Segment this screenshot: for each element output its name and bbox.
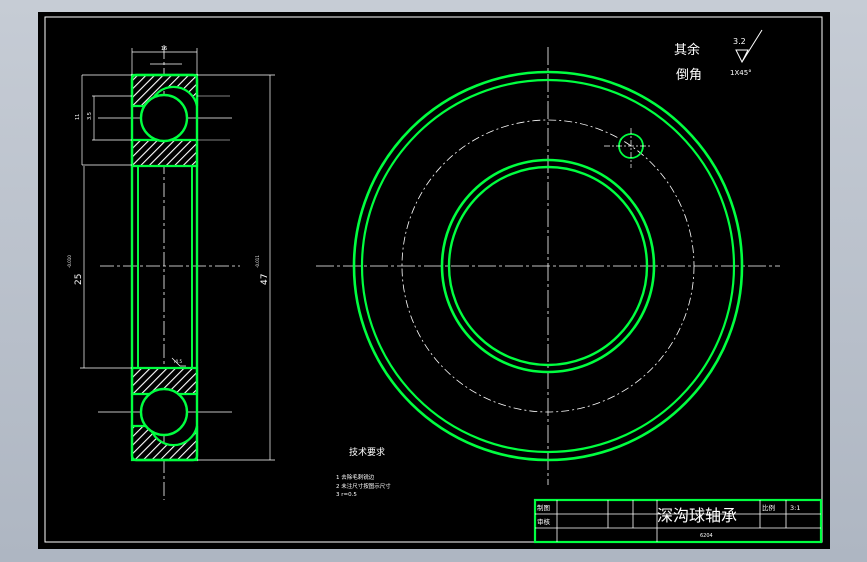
dim-width-text: 16: [161, 46, 167, 52]
tb-part-name: 深沟球轴承: [657, 506, 737, 525]
tech-item-1: 1 去除毛刺锐边: [336, 473, 375, 481]
tb-scale-label: 比例: [762, 503, 775, 512]
tech-item-2: 2 未注尺寸按图示尺寸: [336, 482, 391, 490]
tb-drawing-label: 制图: [537, 503, 550, 512]
dim-outer-tol-text: -0.011: [255, 255, 260, 268]
note-other: 其余: [674, 42, 700, 58]
dim-inner-tol-text: -0.010: [67, 255, 72, 268]
cad-drawing-viewport[interactable]: 16 11 3.5 25 -0.010 47 -0.011 r0.5 其余 倒角…: [0, 0, 867, 562]
dim-outer-dia-text: 47: [260, 274, 270, 285]
dim-inner-dia-text: 25: [74, 274, 84, 285]
inner-ring-top: [130, 138, 199, 168]
note-roughness: 3.2: [733, 37, 746, 46]
tb-scale-value: 3:1: [790, 504, 800, 512]
tech-heading: 技术要求: [349, 446, 385, 458]
ball-top: [139, 93, 189, 143]
dim-left-a-text: 11: [75, 114, 81, 120]
tb-review-label: 审核: [537, 517, 551, 526]
note-chamfer-spec: 1X45°: [730, 69, 752, 77]
title-block: 制图 审核 深沟球轴承 比例 3:1 6204: [533, 498, 823, 544]
dim-left-b-text: 3.5: [87, 112, 93, 120]
tech-item-3: 3 r=0.5: [336, 492, 357, 498]
ball-bottom: [139, 387, 189, 437]
note-chamfer: 倒角: [676, 68, 702, 83]
tb-code: 6204: [700, 533, 713, 539]
